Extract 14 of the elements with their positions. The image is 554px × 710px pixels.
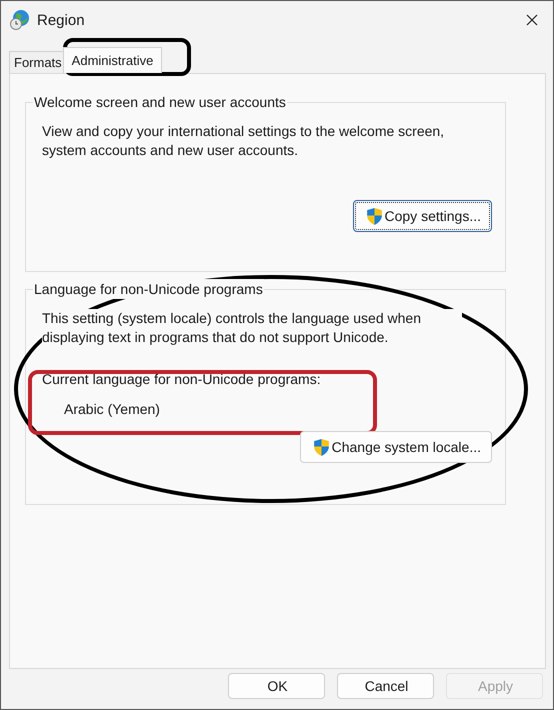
group-title: Language for non-Unicode programs — [33, 279, 264, 299]
settings-button[interactable]: Copy settings... — [352, 200, 492, 232]
tab[interactable]: Administrative — [62, 47, 162, 73]
locale-value: Arabic (Yemen) — [64, 400, 161, 419]
window-title: Region — [37, 12, 86, 28]
shield-icon — [366, 206, 382, 226]
description-text: This setting (system locale) controls the language used when displaying text in programs that do not support Unicode. — [42, 309, 462, 347]
close-icon — [526, 14, 538, 26]
settings-button[interactable]: Change system locale... — [300, 431, 492, 463]
field-label: Current language for non-Unicode programs: — [42, 370, 321, 389]
dialog-button[interactable]: OK — [228, 673, 325, 699]
globe-clock-icon — [9, 9, 31, 31]
shield-icon — [312, 438, 330, 456]
dialog-button[interactable]: Cancel — [337, 673, 434, 699]
